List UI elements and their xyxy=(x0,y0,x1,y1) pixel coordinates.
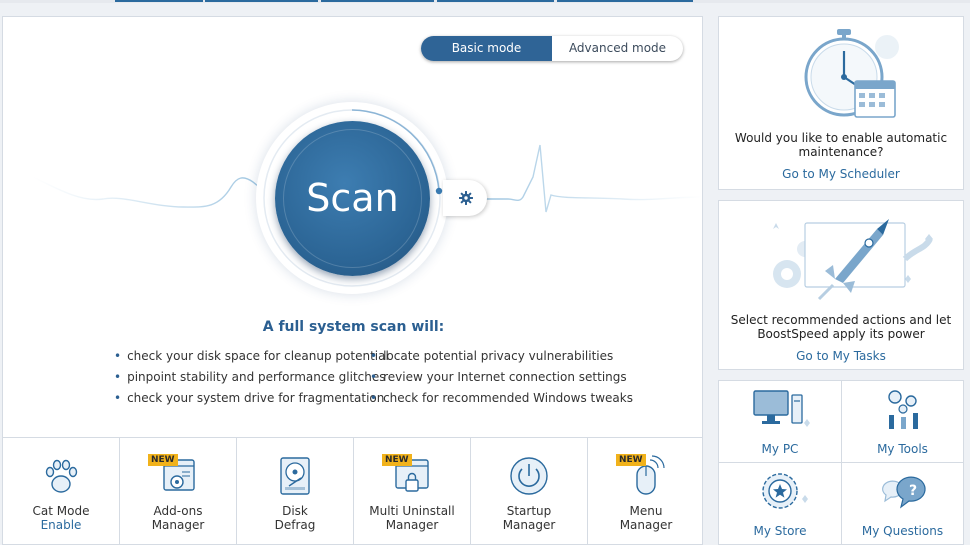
tab-indicator xyxy=(205,0,318,2)
tool-subtitle: Manager xyxy=(385,518,439,532)
menu-manager-tool[interactable]: NEW Menu Manager xyxy=(588,438,702,544)
tool-title: Disk xyxy=(282,504,308,518)
tool-subtitle: Enable xyxy=(40,518,82,532)
addons-manager-tool[interactable]: NEW Add-ons Manager xyxy=(120,438,237,544)
quick-link-label: My Store xyxy=(753,524,807,538)
tool-title: Menu xyxy=(629,504,663,518)
scan-items-left: check your disk space for cleanup potent… xyxy=(114,349,389,412)
quick-link-label: My Questions xyxy=(861,524,944,538)
disk-icon xyxy=(280,457,310,495)
tasks-text-line: Select recommended actions and let xyxy=(730,313,952,327)
list-item: locate potential privacy vulnerabilities xyxy=(370,349,633,370)
quick-links-grid: My PC My Tools My Store ? My Questions xyxy=(718,380,964,545)
main-panel: Basic mode Advanced mode Scan A full sys… xyxy=(2,16,703,545)
scheduler-text: Would you like to enable automatic maint… xyxy=(719,131,963,159)
quick-link-label: My PC xyxy=(761,442,799,456)
scheduler-card: Would you like to enable automatic maint… xyxy=(718,16,964,190)
my-tools-link[interactable]: My Tools xyxy=(841,381,964,463)
tool-title: Add-ons xyxy=(153,504,203,518)
tab-indicator xyxy=(115,0,203,2)
startup-manager-tool[interactable]: Startup Manager xyxy=(471,438,588,544)
advanced-mode-button[interactable]: Advanced mode xyxy=(552,36,683,61)
tab-indicator xyxy=(321,0,434,2)
new-badge: NEW xyxy=(148,454,178,466)
tasks-text: Select recommended actions and let Boost… xyxy=(719,313,963,341)
store-gear-icon xyxy=(762,473,808,509)
scan-inner-ring xyxy=(283,129,422,268)
tab-indicator xyxy=(557,0,693,2)
new-badge: NEW xyxy=(382,454,412,466)
tasks-text-line: BoostSpeed apply its power xyxy=(757,327,925,341)
paw-icon xyxy=(45,459,78,493)
multi-uninstall-manager-tool[interactable]: NEW Multi Uninstall Manager xyxy=(354,438,471,544)
list-item: pinpoint stability and performance glitc… xyxy=(114,370,389,391)
tool-subtitle: Manager xyxy=(151,518,205,532)
stopwatch-calendar-icon xyxy=(804,29,899,118)
scheduler-text-line: Would you like to enable automatic xyxy=(734,131,948,145)
cat-mode-tool[interactable]: Cat Mode Enable xyxy=(3,438,120,544)
tool-subtitle: Manager xyxy=(502,518,556,532)
tool-title: Multi Uninstall xyxy=(369,504,455,518)
go-to-scheduler-link[interactable]: Go to My Scheduler xyxy=(719,167,963,181)
scheduler-text-line: maintenance? xyxy=(798,145,884,159)
quick-link-label: My Tools xyxy=(877,442,928,456)
list-item: review your Internet connection settings xyxy=(370,370,633,391)
power-icon xyxy=(510,457,548,495)
tools-icon xyxy=(887,390,918,429)
tools-bar: Cat Mode Enable NEW Add-ons Manager Disk… xyxy=(3,437,702,544)
mode-toggle: Basic mode Advanced mode xyxy=(421,36,683,61)
my-questions-link[interactable]: ? My Questions xyxy=(841,463,964,545)
list-item: check your system drive for fragmentatio… xyxy=(114,391,389,412)
disk-defrag-tool[interactable]: Disk Defrag xyxy=(237,438,354,544)
basic-mode-button[interactable]: Basic mode xyxy=(421,36,552,61)
rocket-icon xyxy=(773,219,933,301)
tool-title: Startup xyxy=(506,504,552,518)
list-item: check for recommended Windows tweaks xyxy=(370,391,633,412)
scan-items-right: locate potential privacy vulnerabilities… xyxy=(370,349,633,412)
top-tab-strip xyxy=(0,0,970,3)
tasks-card: Select recommended actions and let Boost… xyxy=(718,200,964,370)
gear-icon xyxy=(459,191,473,205)
svg-text:?: ? xyxy=(909,483,917,499)
scan-settings-button[interactable] xyxy=(443,180,487,216)
list-item: check your disk space for cleanup potent… xyxy=(114,349,389,370)
scan-description-title: A full system scan will: xyxy=(262,319,445,335)
scan-button[interactable]: Scan xyxy=(275,121,430,276)
my-store-link[interactable]: My Store xyxy=(719,463,842,545)
computer-icon xyxy=(753,390,810,427)
tool-title: Cat Mode xyxy=(32,504,90,518)
question-bubble-icon: ? xyxy=(881,476,926,509)
tab-indicator xyxy=(437,0,554,2)
tool-subtitle: Defrag xyxy=(274,518,316,532)
new-badge: NEW xyxy=(616,454,646,466)
tool-subtitle: Manager xyxy=(619,518,673,532)
go-to-tasks-link[interactable]: Go to My Tasks xyxy=(719,349,963,363)
my-pc-link[interactable]: My PC xyxy=(719,381,842,463)
